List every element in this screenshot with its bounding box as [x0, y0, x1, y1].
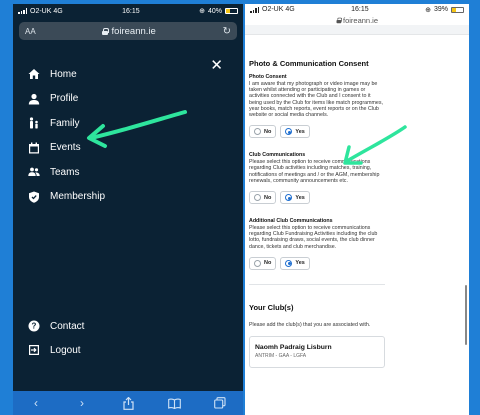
tabs-icon[interactable]: [209, 397, 231, 409]
svg-text:?: ?: [32, 322, 37, 331]
menu-item-label: Membership: [50, 191, 106, 203]
photo-consent-no[interactable]: No: [249, 125, 277, 139]
share-icon[interactable]: [117, 396, 139, 410]
clubs-title: Your Club(s): [249, 302, 294, 312]
menu-item-label: Profile: [50, 93, 79, 105]
nav-menu-footer: ? Contact Logout: [27, 314, 187, 362]
menu-item-contact[interactable]: ? Contact: [27, 314, 187, 338]
club-card[interactable]: Naomh Padraig Lisburn ANTRIM - GAA - LGF…: [249, 336, 385, 369]
group-icon: [27, 166, 41, 178]
radio-checked-icon: [285, 128, 293, 136]
book-icon[interactable]: [163, 397, 185, 409]
url-text: foireann.ie: [342, 15, 379, 25]
help-icon: ?: [27, 320, 41, 332]
signal-icon: [18, 8, 27, 14]
club-comms-yes[interactable]: Yes: [280, 191, 310, 205]
shield-icon: [27, 191, 41, 203]
carrier-label: O2-UK 4G: [262, 6, 295, 13]
url-display[interactable]: foireann.ie: [102, 25, 156, 37]
menu-item-membership[interactable]: Membership: [27, 185, 187, 210]
browser-toolbar: ‹ ›: [13, 391, 243, 415]
battery-percent: 40%: [207, 7, 222, 15]
battery-icon: [450, 6, 464, 13]
radio-checked-icon: [285, 259, 293, 267]
clubs-desc: Please add the club(s) that you are asso…: [249, 321, 371, 328]
menu-item-teams[interactable]: Teams: [27, 160, 187, 185]
menu-item-label: Family: [50, 117, 80, 129]
reader-aa-button[interactable]: AA: [25, 27, 36, 36]
carrier-label: O2-UK 4G: [30, 7, 63, 15]
battery-percent: 39%: [433, 6, 448, 13]
status-bar: O2-UK 4G 16:15 ⊕ 39%: [245, 4, 469, 15]
status-time: 16:15: [351, 6, 369, 13]
forward-button[interactable]: ›: [71, 396, 93, 410]
menu-item-label: Contact: [50, 320, 85, 332]
left-phone-screen: O2-UK 4G 16:15 ⊕ 40% AA foireann.ie ↻ ✕ …: [13, 4, 243, 415]
option-label: No: [264, 194, 272, 201]
reload-icon[interactable]: ↻: [223, 26, 231, 37]
address-bar[interactable]: AA foireann.ie ↻: [19, 22, 237, 40]
lock-icon: [336, 17, 343, 24]
family-icon: [27, 117, 41, 129]
calendar-icon: [27, 142, 41, 154]
additional-comms-title: Additional Club Communications: [249, 218, 333, 225]
radio-checked-icon: [285, 194, 293, 202]
photo-consent-title: Photo Consent: [249, 74, 287, 80]
club-comms-options: No Yes: [249, 191, 385, 205]
consent-form: Photo & Communication Consent Photo Cons…: [249, 35, 385, 369]
status-time: 16:15: [122, 7, 140, 15]
photo-consent-yes[interactable]: Yes: [280, 125, 310, 139]
photo-consent-desc: I am aware that my photograph or video i…: [249, 81, 383, 119]
option-label: No: [264, 260, 272, 267]
menu-item-label: Events: [50, 142, 81, 154]
status-bar: O2-UK 4G 16:15 ⊕ 40%: [13, 4, 243, 18]
club-name: Naomh Padraig Lisburn: [255, 344, 332, 352]
option-label: Yes: [295, 128, 305, 135]
menu-item-logout[interactable]: Logout: [27, 338, 187, 362]
home-icon: [27, 68, 41, 80]
logout-icon: [27, 344, 41, 356]
menu-item-label: Logout: [50, 344, 81, 356]
orientation-lock-icon: ⊕: [199, 8, 205, 15]
annotation-arrow: [343, 125, 407, 165]
club-meta: ANTRIM - GAA - LGFA: [255, 353, 307, 360]
url-text: foireann.ie: [111, 25, 156, 37]
menu-item-home[interactable]: Home: [27, 62, 187, 87]
radio-icon: [254, 259, 261, 267]
menu-item-label: Teams: [50, 166, 80, 178]
club-comms-no[interactable]: No: [249, 191, 277, 205]
radio-icon: [254, 194, 261, 202]
right-phone-screen: O2-UK 4G 16:15 ⊕ 39% foireann.ie Photo &…: [245, 4, 469, 415]
annotation-arrow: [87, 110, 187, 148]
close-menu-button[interactable]: ✕: [210, 58, 223, 73]
page-content: Photo & Communication Consent Photo Cons…: [245, 35, 469, 415]
url-display[interactable]: foireann.ie: [245, 15, 469, 25]
scrollbar[interactable]: [464, 285, 467, 345]
additional-comms-desc: Please select this option to receive com…: [249, 225, 378, 250]
signal-icon: [250, 6, 259, 13]
battery-icon: [224, 8, 238, 14]
person-icon: [27, 93, 41, 105]
option-label: Yes: [295, 194, 305, 201]
menu-item-label: Home: [50, 68, 77, 80]
additional-comms-yes[interactable]: Yes: [280, 256, 310, 270]
nav-menu-panel: ✕ Home Profile Family Events Teams Membe…: [13, 44, 243, 391]
option-label: Yes: [295, 260, 305, 267]
option-label: No: [264, 128, 272, 135]
section-title: Photo & Communication Consent: [249, 59, 369, 68]
radio-icon: [254, 128, 261, 136]
page-header-band: [245, 25, 469, 35]
additional-comms-options: No Yes: [249, 256, 385, 270]
additional-comms-no[interactable]: No: [249, 256, 277, 270]
section-divider: [249, 283, 385, 285]
back-button[interactable]: ‹: [25, 396, 47, 410]
lock-icon: [102, 27, 110, 35]
orientation-lock-icon: ⊕: [425, 6, 431, 14]
